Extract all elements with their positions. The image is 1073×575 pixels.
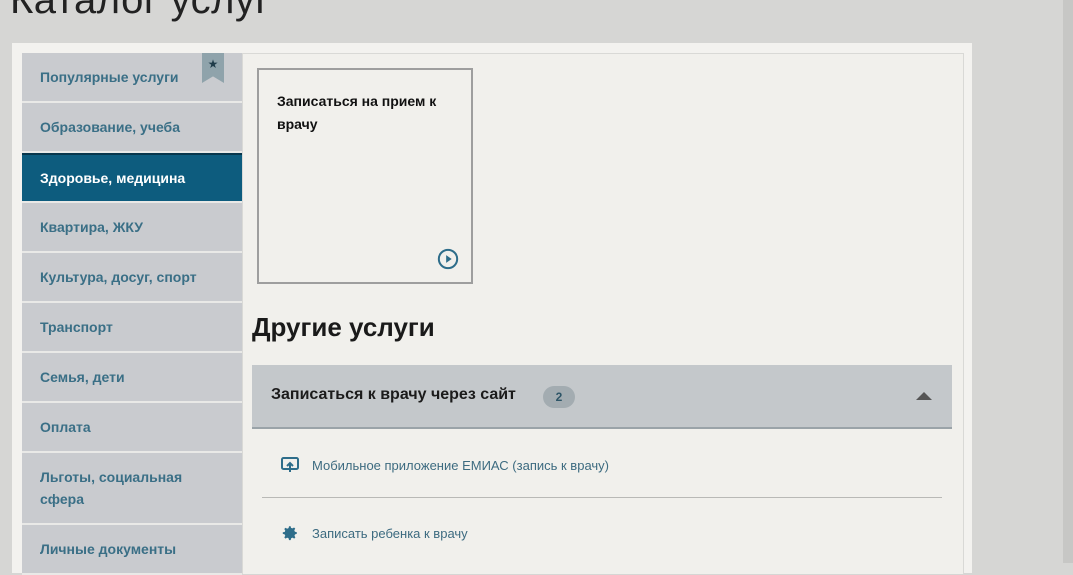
service-group-title: Записаться к врачу через сайт [271,386,516,403]
service-link-label: Записать ребенка к врачу [312,525,468,541]
sidebar-item-label: Квартира, ЖКУ [40,219,143,235]
category-sidebar: Популярные услуги Образование, учеба Здо… [22,53,242,575]
sidebar-item-label: Популярные услуги [40,69,179,85]
service-link-child-doctor[interactable]: Записать ребенка к врачу [262,513,942,553]
count-badge: 2 [543,386,575,408]
play-circle-icon[interactable] [437,248,459,270]
service-link-mobile-app[interactable]: Мобильное приложение ЕМИАС (запись к вра… [262,445,942,485]
sidebar-item-documents[interactable]: Личные документы [22,525,242,575]
sidebar-item-label: Транспорт [40,319,113,335]
sidebar-item-payment[interactable]: Оплата [22,403,242,453]
page-edge [1063,0,1073,563]
sidebar-item-transport[interactable]: Транспорт [22,303,242,353]
featured-service-tile[interactable]: Записаться на прием к врачу [257,68,473,284]
service-link-label: Мобильное приложение ЕМИАС (запись к вра… [312,457,609,473]
sidebar-item-family[interactable]: Семья, дети [22,353,242,403]
divider [262,497,942,498]
chevron-up-icon[interactable] [916,392,932,400]
tile-title: Записаться на прием к врачу [277,93,437,132]
sidebar-item-culture[interactable]: Культура, досуг, спорт [22,253,242,303]
section-heading: Другие услуги [252,312,435,342]
sidebar-item-label: Оплата [40,419,91,435]
sidebar-item-label: Личные документы [40,541,177,557]
sidebar-item-housing[interactable]: Квартира, ЖКУ [22,203,242,253]
sidebar-item-benefits[interactable]: Льготы, социальная сфера [22,453,242,525]
sidebar-item-label: Семья, дети [40,369,125,385]
sidebar-item-label: Льготы, социальная сфера [40,469,183,507]
sidebar-item-health[interactable]: Здоровье, медицина [22,153,242,203]
page-title: Каталог услуг [10,0,271,22]
mobile-app-icon [280,455,300,475]
sidebar-item-label: Культура, досуг, спорт [40,269,197,285]
sidebar-item-label: Здоровье, медицина [40,170,186,186]
sidebar-item-label: Образование, учеба [40,119,180,135]
sidebar-item-education[interactable]: Образование, учеба [22,103,242,153]
gear-icon [280,523,300,543]
service-group-header[interactable]: Записаться к врачу через сайт 2 [252,365,952,429]
